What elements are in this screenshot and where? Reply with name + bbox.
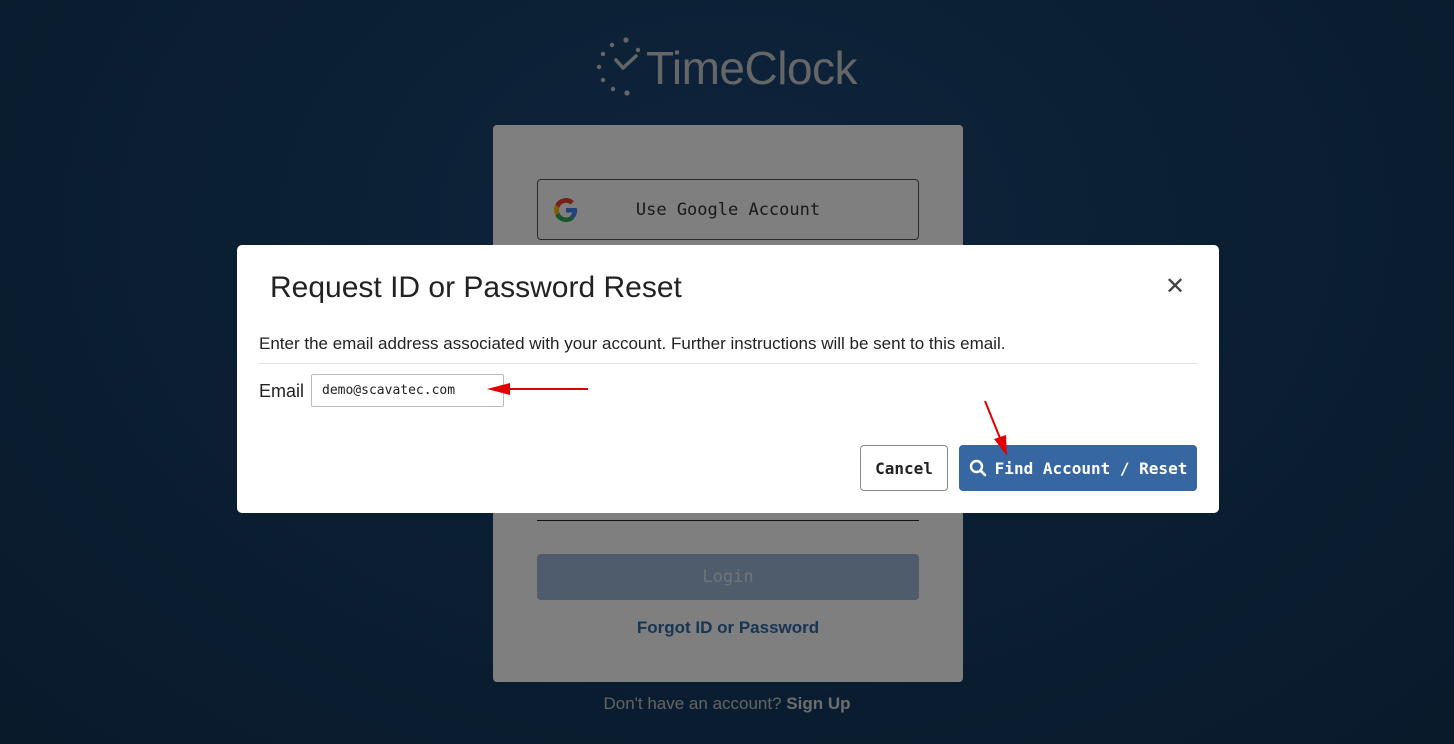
modal-description: Enter the email address associated with …	[259, 334, 1006, 353]
search-icon	[969, 459, 987, 477]
email-label: Email	[259, 381, 305, 401]
close-icon[interactable]: ✕	[1163, 275, 1187, 299]
modal-divider	[259, 363, 1197, 364]
reset-modal: Request ID or Password Reset ✕ Enter the…	[237, 245, 1219, 513]
find-account-reset-label: Find Account / Reset	[994, 458, 1188, 478]
modal-title: Request ID or Password Reset	[270, 271, 682, 304]
email-field[interactable]	[311, 374, 504, 407]
find-account-reset-button[interactable]: Find Account / Reset	[959, 445, 1197, 491]
cancel-button[interactable]: Cancel	[860, 445, 948, 491]
